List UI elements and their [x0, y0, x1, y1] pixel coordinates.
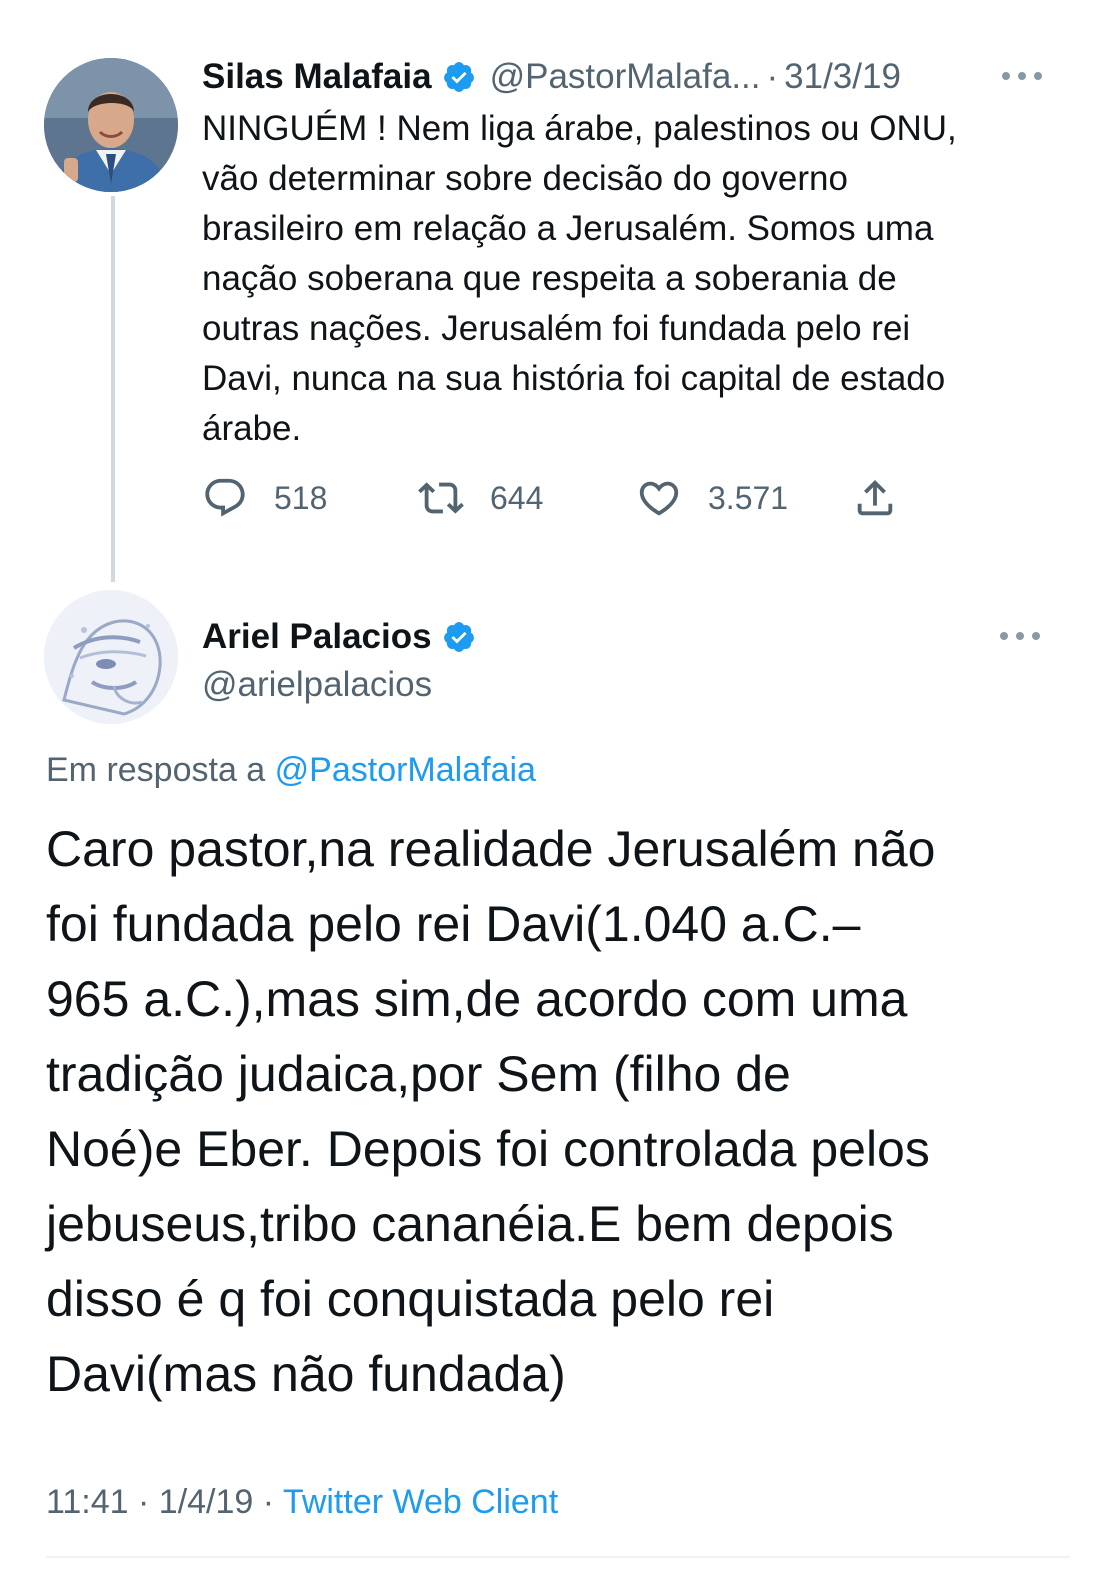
meta-separator: ·	[253, 1483, 283, 1521]
avatar[interactable]	[44, 590, 178, 724]
like-count: 3.571	[708, 479, 789, 516]
share-icon	[857, 479, 893, 516]
tweet-time[interactable]: 11:41	[46, 1483, 129, 1521]
avatar[interactable]	[44, 58, 178, 192]
retweet-button[interactable]: 644	[418, 470, 543, 526]
avatar-photo-icon	[44, 58, 178, 192]
reply-to-mention-link[interactable]: @PastorMalafaia	[275, 751, 536, 789]
tweet-date[interactable]: 31/3/19	[784, 57, 901, 97]
reply-tweet-header: Ariel Palacios	[202, 612, 490, 662]
tweet-action-bar: 518 644 3.571	[202, 470, 922, 526]
author-handle[interactable]: @arielpalacios	[202, 660, 432, 710]
share-button[interactable]	[852, 470, 898, 526]
reply-to-label: Em resposta a	[46, 751, 275, 789]
meta-separator: ·	[128, 1483, 159, 1521]
tweet-text: NINGUÉM ! Nem liga árabe, palestinos ou …	[202, 109, 957, 448]
author-name[interactable]: Ariel Palacios	[202, 617, 432, 657]
avatar-illustration-icon	[44, 590, 178, 724]
reply-icon	[205, 478, 245, 517]
like-button[interactable]: 3.571	[636, 470, 788, 526]
verified-badge-icon	[443, 622, 474, 652]
parent-tweet-header: Silas Malafaia @PastorMalafa... · 31/3/1…	[202, 52, 901, 102]
verified-badge-icon	[443, 62, 474, 92]
tweet-metadata: 11:41 · 1/4/19 · Twitter Web Client	[46, 1478, 558, 1526]
author-name[interactable]: Silas Malafaia	[202, 57, 432, 97]
tweet-text: Caro pastor,na realidade Jerusalém não f…	[46, 821, 936, 1402]
more-dots-icon[interactable]	[1000, 70, 1044, 82]
like-icon	[639, 481, 679, 516]
divider	[46, 1556, 1070, 1558]
author-handle[interactable]: @PastorMalafa...	[490, 57, 761, 97]
retweet-count: 644	[490, 479, 544, 516]
reply-count: 518	[274, 479, 328, 516]
retweet-icon	[418, 482, 464, 514]
more-dots-icon[interactable]	[998, 630, 1042, 642]
tweet-date[interactable]: 1/4/19	[159, 1483, 254, 1521]
reply-button[interactable]: 518	[202, 470, 327, 526]
header-separator: ·	[766, 57, 779, 96]
tweet-source-link[interactable]: Twitter Web Client	[283, 1483, 558, 1521]
reply-context: Em resposta a @PastorMalafaia	[46, 746, 536, 794]
thread-connector-line	[111, 196, 115, 582]
